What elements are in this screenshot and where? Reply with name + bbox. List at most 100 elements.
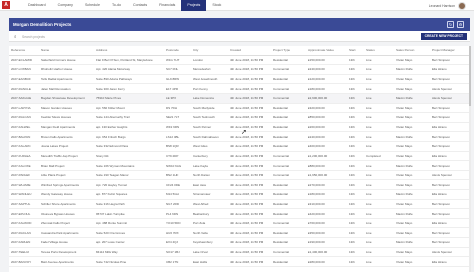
table-cell: Suite 190 Teagan Manor: [94, 170, 164, 181]
table-cell: 2027-FALWEL: [9, 122, 39, 133]
table-cell: 13th: [347, 93, 364, 104]
table-cell: Live: [364, 93, 394, 104]
table-row[interactable]: 2027-LOXBAN Rhoholtz Harbor House Apt. 420…: [9, 64, 470, 75]
nav-item-financials[interactable]: Financials: [153, 0, 181, 11]
table-cell: East Jace: [191, 179, 228, 191]
table-cell: YO10 5DD: [164, 218, 191, 229]
table-cell: Completed: [364, 151, 394, 162]
table-cell: 13th: [347, 122, 364, 133]
table-cell: Live: [364, 179, 394, 191]
projects-table-container: Reference Name Address Postcode City Created P…: [9, 46, 470, 272]
table-row[interactable]: 2027-RANCLE Jalen Mall Renovation Suite 30…: [9, 83, 470, 94]
column-header-project-type[interactable]: Project Type: [271, 46, 306, 56]
column-header-city[interactable]: City: [191, 46, 228, 56]
user-menu[interactable]: Leonard Harrison: [428, 1, 466, 10]
table-cell: Vivian Mayo: [394, 55, 430, 66]
table-cell: Residential: [271, 208, 306, 219]
table-cell: Residential: [271, 141, 306, 152]
top-navigation-bar: A Dashboard Company Schedule To-do Contacts F…: [0, 0, 474, 11]
table-row[interactable]: 2027-TEELUI Teresa Ports Development 84112…: [9, 247, 470, 258]
table-cell: Bert Simpson: [430, 112, 470, 123]
table-row[interactable]: 2027-ECLAMID Satterfield Corners House Fla…: [9, 55, 470, 66]
table-row[interactable]: 2027-FALWEL Mangan Field Apartments apt. 1…: [9, 122, 470, 133]
refresh-icon[interactable]: ↻: [447, 21, 454, 28]
settings-icon[interactable]: ⚙: [457, 21, 464, 28]
table-row[interactable]: 2027-FURLEA Meredith Traffic-Jap Project S…: [9, 151, 470, 162]
vertical-scrollbar[interactable]: [469, 46, 471, 272]
nav-item-company[interactable]: Company: [52, 0, 79, 11]
table-cell: £190,000.00: [306, 237, 347, 248]
table-cell: Apt. 420 Alaina Motorway: [94, 64, 164, 75]
table-cell: £120,000.00: [306, 74, 347, 85]
table-row[interactable]: 2027-RACLAN Cassandra Park Apartments Suit…: [9, 227, 470, 239]
table-row[interactable]: 2027-KALARC Joana Lakes Project Suite 332 …: [9, 141, 470, 152]
table-row[interactable]: 2027-RALCAN Keebler Mews Houses Suite 144 …: [9, 112, 470, 123]
app-logo[interactable]: A: [2, 1, 10, 9]
table-row[interactable]: 2027-SAPTUL Schiller Shore Apartments Suit…: [9, 199, 470, 210]
nav-item-to-do[interactable]: To-do: [106, 0, 127, 11]
table-row[interactable]: 2027-BALPAN Brown Falls Apartments Apt. 95…: [9, 131, 470, 142]
column-header-project-manager[interactable]: Project Manager: [430, 46, 470, 56]
table-cell: Jalen Mall Renovation: [39, 83, 94, 94]
table-row[interactable]: 2027-PADLEF Lillie Plaza Project Suite 190…: [9, 170, 470, 181]
table-row[interactable]: 2027-EPLNUL Okuneva Bypass Houses 95737 La…: [9, 208, 470, 219]
column-header-name[interactable]: Name: [39, 46, 94, 56]
create-new-project-button[interactable]: CREATE NEW PROJECT: [420, 33, 467, 40]
table-cell: London: [191, 55, 228, 66]
table-cell: 13th: [347, 141, 364, 152]
column-header-reference[interactable]: Reference: [9, 46, 39, 56]
table-cell: Commercial: [271, 170, 306, 181]
table-row[interactable]: 2027-SAKLIAE Bogdan Showcase Development 7…: [9, 93, 470, 104]
nav-item-schedule[interactable]: Schedule: [79, 0, 106, 11]
table-cell: Apt. 488 Runte Summit: [94, 218, 164, 229]
page-header: Morgan Demolition Projects ↻ ⚙: [9, 18, 470, 31]
column-header-start[interactable]: Start: [347, 46, 364, 56]
table-cell: Brown Falls Apartments: [39, 131, 94, 142]
table-cell: Vivian Mayo: [394, 141, 430, 152]
table-cell: Bert Simpson: [430, 160, 470, 171]
table-cell: Wendy Gateway House: [39, 189, 94, 200]
table-cell: West Giles: [191, 141, 228, 152]
table-cell: Vivian Mayo: [394, 170, 430, 181]
column-header-postcode[interactable]: Postcode: [164, 46, 191, 56]
column-header-approximate-value[interactable]: Approximate Value: [306, 46, 347, 56]
table-cell: Stony Rd.: [94, 151, 164, 162]
scrollbar-thumb[interactable]: [469, 46, 471, 106]
table-cell: 13th: [347, 55, 364, 66]
table-cell: Live: [364, 64, 394, 75]
table-row[interactable]: 2027-WLAMIE Winifred Springs Apartments Ap…: [9, 179, 470, 191]
nav-item-stock[interactable]: Stock: [206, 0, 227, 11]
table-cell: Residential: [271, 189, 306, 200]
search-input[interactable]: [22, 34, 172, 39]
table-cell: Maxim Rolfe: [394, 189, 430, 200]
search-icon: ⌕: [14, 33, 17, 39]
table-cell: Keebler Mews Houses: [39, 112, 94, 123]
table-cell: Commercial: [271, 151, 306, 162]
table-cell: Joana Lakes Project: [39, 141, 94, 152]
table-row[interactable]: 2027-BANVOY Batz Avenue Apartments Suite 7…: [9, 256, 470, 267]
table-cell: Tells Radial Apartments: [39, 74, 94, 85]
table-cell: Bert Simpson: [430, 237, 470, 248]
nav-item-contacts[interactable]: Contacts: [127, 0, 153, 11]
table-cell: Vivian Mayo: [394, 103, 430, 114]
table-row[interactable]: 2027-KALOXE Brian Mall Project Suite 166 W…: [9, 160, 470, 171]
table-cell: 13th: [347, 189, 364, 200]
column-header-created[interactable]: Created: [228, 46, 271, 56]
table-cell: Live: [364, 122, 394, 133]
table-cell: Lake Orval: [191, 247, 228, 258]
nav-item-dashboard[interactable]: Dashboard: [22, 0, 52, 11]
column-header-sales-person[interactable]: Sales Person: [394, 46, 430, 56]
nav-item-projects[interactable]: Projects: [181, 0, 207, 11]
avatar[interactable]: [458, 1, 466, 10]
table-cell: Bert Simpson: [430, 131, 470, 142]
table-row[interactable]: 2027-LARYNA Mason Garden Houses Apt. 560 K…: [9, 103, 470, 114]
table-row[interactable]: 2027-EANBUF Tells Radial Apartments Suite …: [9, 74, 470, 85]
table-row[interactable]: 2027-KALWOD Zboncak Falls Project Apt. 488…: [9, 218, 470, 229]
table-cell: Suite 300 Jaren Ferry: [94, 83, 164, 94]
column-header-status[interactable]: Status: [364, 46, 394, 56]
table-row[interactable]: 2027-WANLEU Wendy Gateway House apt. 877 K…: [9, 189, 470, 200]
table-cell: £260,000.00: [306, 122, 347, 133]
column-header-address[interactable]: Address: [94, 46, 164, 56]
user-name: Leonard Harrison: [428, 3, 455, 8]
table-row[interactable]: 2027-FARLEN Fadel Village House apt. 207 L…: [9, 237, 470, 248]
